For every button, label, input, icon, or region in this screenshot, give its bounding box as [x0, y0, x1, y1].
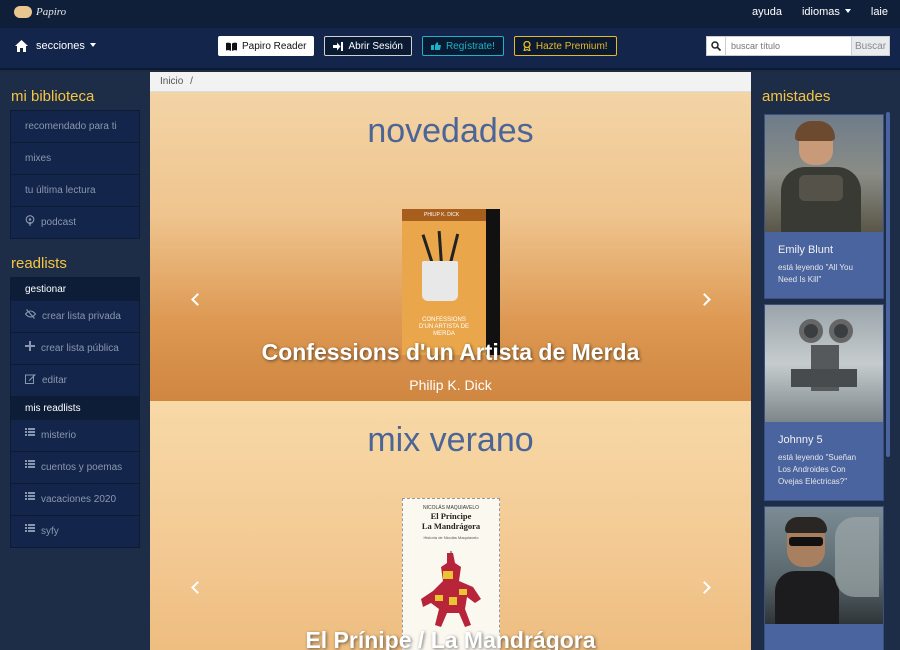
friend-name	[765, 624, 883, 642]
sidebar-item-mixes[interactable]: mixes	[11, 143, 139, 175]
cover-title: El Príncipe La Mandrágora	[421, 511, 481, 531]
premium-button[interactable]: Hazte Premium!	[513, 36, 617, 56]
library-heading: mi biblioteca	[11, 88, 95, 105]
edit-lists[interactable]: editar	[11, 365, 139, 397]
carousel-heading: mix verano	[367, 421, 534, 459]
carousel-novedades: novedades PHILIP K. DICK CONFESSIONS D'U…	[150, 92, 751, 404]
library-panel: recomendado para ti mixes tu última lect…	[10, 110, 140, 239]
friend-name: Johnny 5	[778, 434, 823, 446]
friend-card[interactable]: Johnny 5 está leyendo "Sueñan Los Androi…	[764, 304, 884, 501]
friend-activity	[765, 642, 883, 650]
friend-name: Emily Blunt	[778, 244, 834, 256]
friend-avatar	[765, 507, 883, 624]
create-public-list[interactable]: crear lista pública	[11, 333, 139, 365]
friend-avatar	[765, 115, 883, 232]
help-link[interactable]: ayuda	[752, 6, 782, 18]
papiro-reader-label: Papiro Reader	[242, 40, 307, 52]
premium-label: Hazte Premium!	[535, 40, 608, 52]
plus-icon	[25, 341, 35, 351]
podcast-icon	[25, 215, 35, 226]
top-bar: Papiro ayuda idiomas laie	[0, 0, 900, 28]
carousel-heading: novedades	[367, 112, 534, 150]
award-icon	[523, 41, 531, 51]
sections-menu[interactable]: secciones	[15, 40, 96, 52]
carousel-mix-verano: mix verano NICOLÁS MAQUIAVELO El Príncip…	[150, 401, 751, 650]
search-button[interactable]: Buscar	[852, 36, 890, 56]
sidebar-item-podcast[interactable]: podcast	[11, 207, 139, 238]
carousel-next-arrow[interactable]	[700, 293, 712, 305]
sidebar-item-recommended[interactable]: recomendado para ti	[11, 111, 139, 143]
readlists-panel: gestionar crear lista privada crear list…	[10, 277, 140, 548]
friend-card[interactable]: Emily Blunt está leyendo "All You Need I…	[764, 114, 884, 299]
friends-list: Emily Blunt está leyendo "All You Need I…	[764, 114, 884, 650]
book-cover[interactable]: PHILIP K. DICK CONFESSIONS D'UN ARTISTA …	[402, 209, 500, 355]
book-icon	[226, 42, 237, 51]
left-sidebar: mi biblioteca recomendado para ti mixes …	[0, 72, 150, 650]
create-private-list[interactable]: crear lista privada	[11, 301, 139, 333]
friend-avatar	[765, 305, 883, 422]
edit-icon	[25, 374, 36, 384]
papiro-reader-button[interactable]: Papiro Reader	[218, 36, 315, 56]
friend-activity: está leyendo "Sueñan Los Androides Con O…	[778, 453, 857, 486]
carousel-book-title[interactable]: Confessions d'un Artista de Merda	[150, 339, 751, 366]
right-sidebar: amistades Emily Blunt está leyendo "All …	[751, 72, 900, 650]
carousel-next-arrow[interactable]	[700, 581, 712, 593]
breadcrumb-home[interactable]: Inicio	[160, 76, 183, 87]
cover-title: CONFESSIONS D'UN ARTISTA DE MERDA	[419, 317, 469, 337]
register-label: Regístrate!	[445, 40, 495, 52]
main-content: Inicio / novedades PHILIP K. DICK CONFES…	[150, 72, 751, 650]
breadcrumb-separator: /	[190, 76, 193, 87]
search-bar: Buscar	[706, 36, 890, 56]
list-icon	[25, 428, 35, 436]
my-readlists-label: mis readlists	[11, 397, 139, 420]
manage-label: gestionar	[11, 278, 139, 301]
readlists-heading: readlists	[11, 255, 67, 272]
cover-subtitle: Historia de Nicolás Maquiavelo	[423, 535, 479, 540]
carousel-prev-arrow[interactable]	[190, 581, 202, 593]
friends-heading: amistades	[762, 88, 831, 105]
readlist-item[interactable]: vacaciones 2020	[11, 484, 139, 516]
main-navbar: secciones Papiro Reader Abrir Sesión Reg…	[0, 28, 900, 70]
list-icon	[25, 524, 35, 532]
login-button[interactable]: Abrir Sesión	[324, 36, 412, 56]
list-icon	[25, 492, 35, 500]
cloud-logo-icon	[14, 6, 32, 18]
language-dropdown[interactable]: idiomas	[802, 6, 851, 18]
eye-slash-icon	[25, 309, 36, 319]
sidebar-item-last-read[interactable]: tu última lectura	[11, 175, 139, 207]
breadcrumb: Inicio /	[150, 72, 751, 92]
readlist-item[interactable]: misterio	[11, 420, 139, 452]
cover-author: PHILIP K. DICK	[402, 209, 486, 221]
papiro-logo[interactable]: Papiro	[14, 6, 66, 18]
carousel-author: Philip K. Dick	[409, 377, 492, 393]
logo-text: Papiro	[36, 6, 67, 18]
search-input[interactable]	[726, 36, 852, 56]
friend-activity: está leyendo "All You Need Is Kill"	[778, 263, 853, 284]
sign-in-icon	[333, 41, 344, 51]
search-icon	[706, 36, 726, 56]
friend-card[interactable]	[764, 506, 884, 650]
register-button[interactable]: Regístrate!	[421, 36, 504, 56]
home-icon	[15, 40, 28, 52]
readlist-item[interactable]: syfy	[11, 516, 139, 547]
readlist-item[interactable]: cuentos y poemas	[11, 452, 139, 484]
cup-illustration	[422, 261, 458, 301]
sections-label: secciones	[36, 40, 96, 52]
list-icon	[25, 460, 35, 468]
carousel-book-title[interactable]: El Prínipe / La Mandrágora	[150, 627, 751, 650]
thumbs-up-icon	[430, 42, 441, 50]
carousel-prev-arrow[interactable]	[190, 293, 202, 305]
friends-scrollbar[interactable]	[886, 112, 890, 457]
login-label: Abrir Sesión	[348, 40, 403, 52]
brand-link[interactable]: laie	[871, 6, 888, 18]
